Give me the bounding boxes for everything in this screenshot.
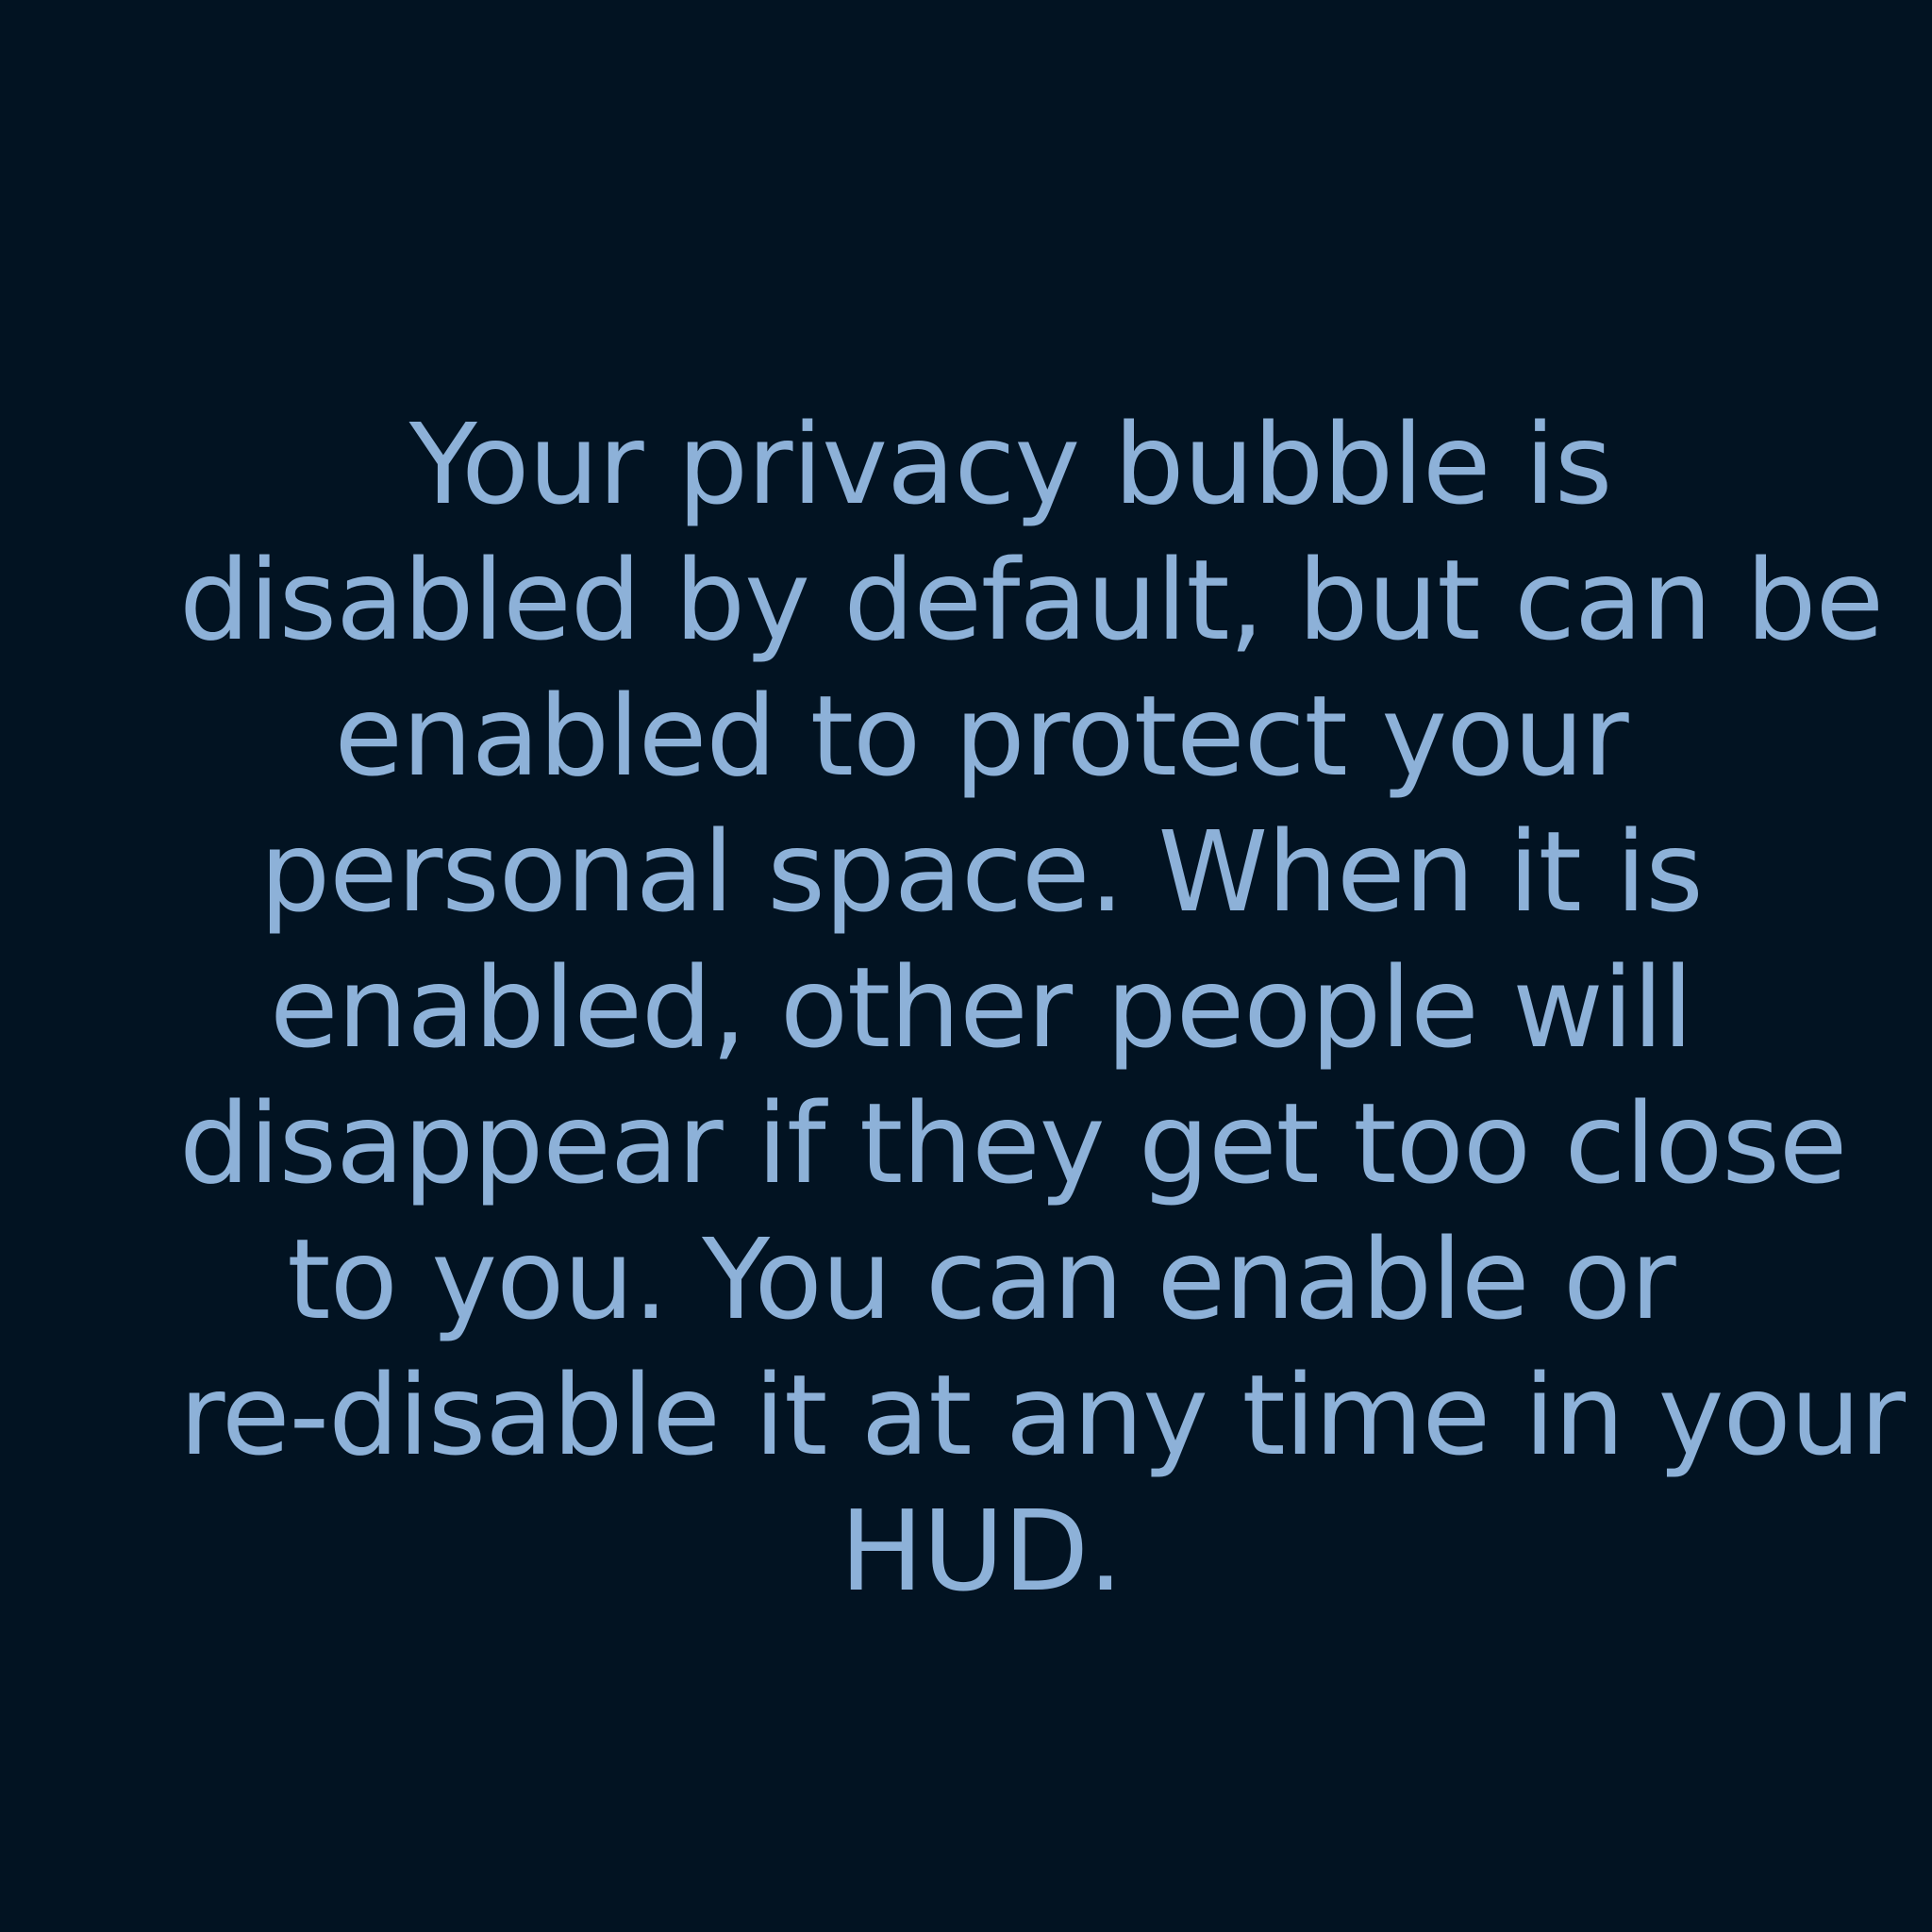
privacy-bubble-message: Your privacy bubble is disabled by defau… xyxy=(179,396,1906,1619)
message-line: enabled to protect your xyxy=(334,671,1628,801)
message-line: disabled by default, but can be xyxy=(179,535,1884,665)
message-line: Your privacy bubble is xyxy=(408,399,1613,529)
message-line: HUD. xyxy=(840,1486,1123,1616)
message-line: to you. You can enable or xyxy=(287,1214,1675,1344)
message-line: disappear if they get too close xyxy=(179,1078,1847,1208)
message-line: personal space. When it is xyxy=(259,807,1703,937)
message-line: re-disable it at any time in your xyxy=(179,1350,1906,1480)
privacy-bubble-info-screen: Your privacy bubble is disabled by defau… xyxy=(0,0,1932,1932)
message-line: enabled, other people will xyxy=(269,942,1693,1073)
